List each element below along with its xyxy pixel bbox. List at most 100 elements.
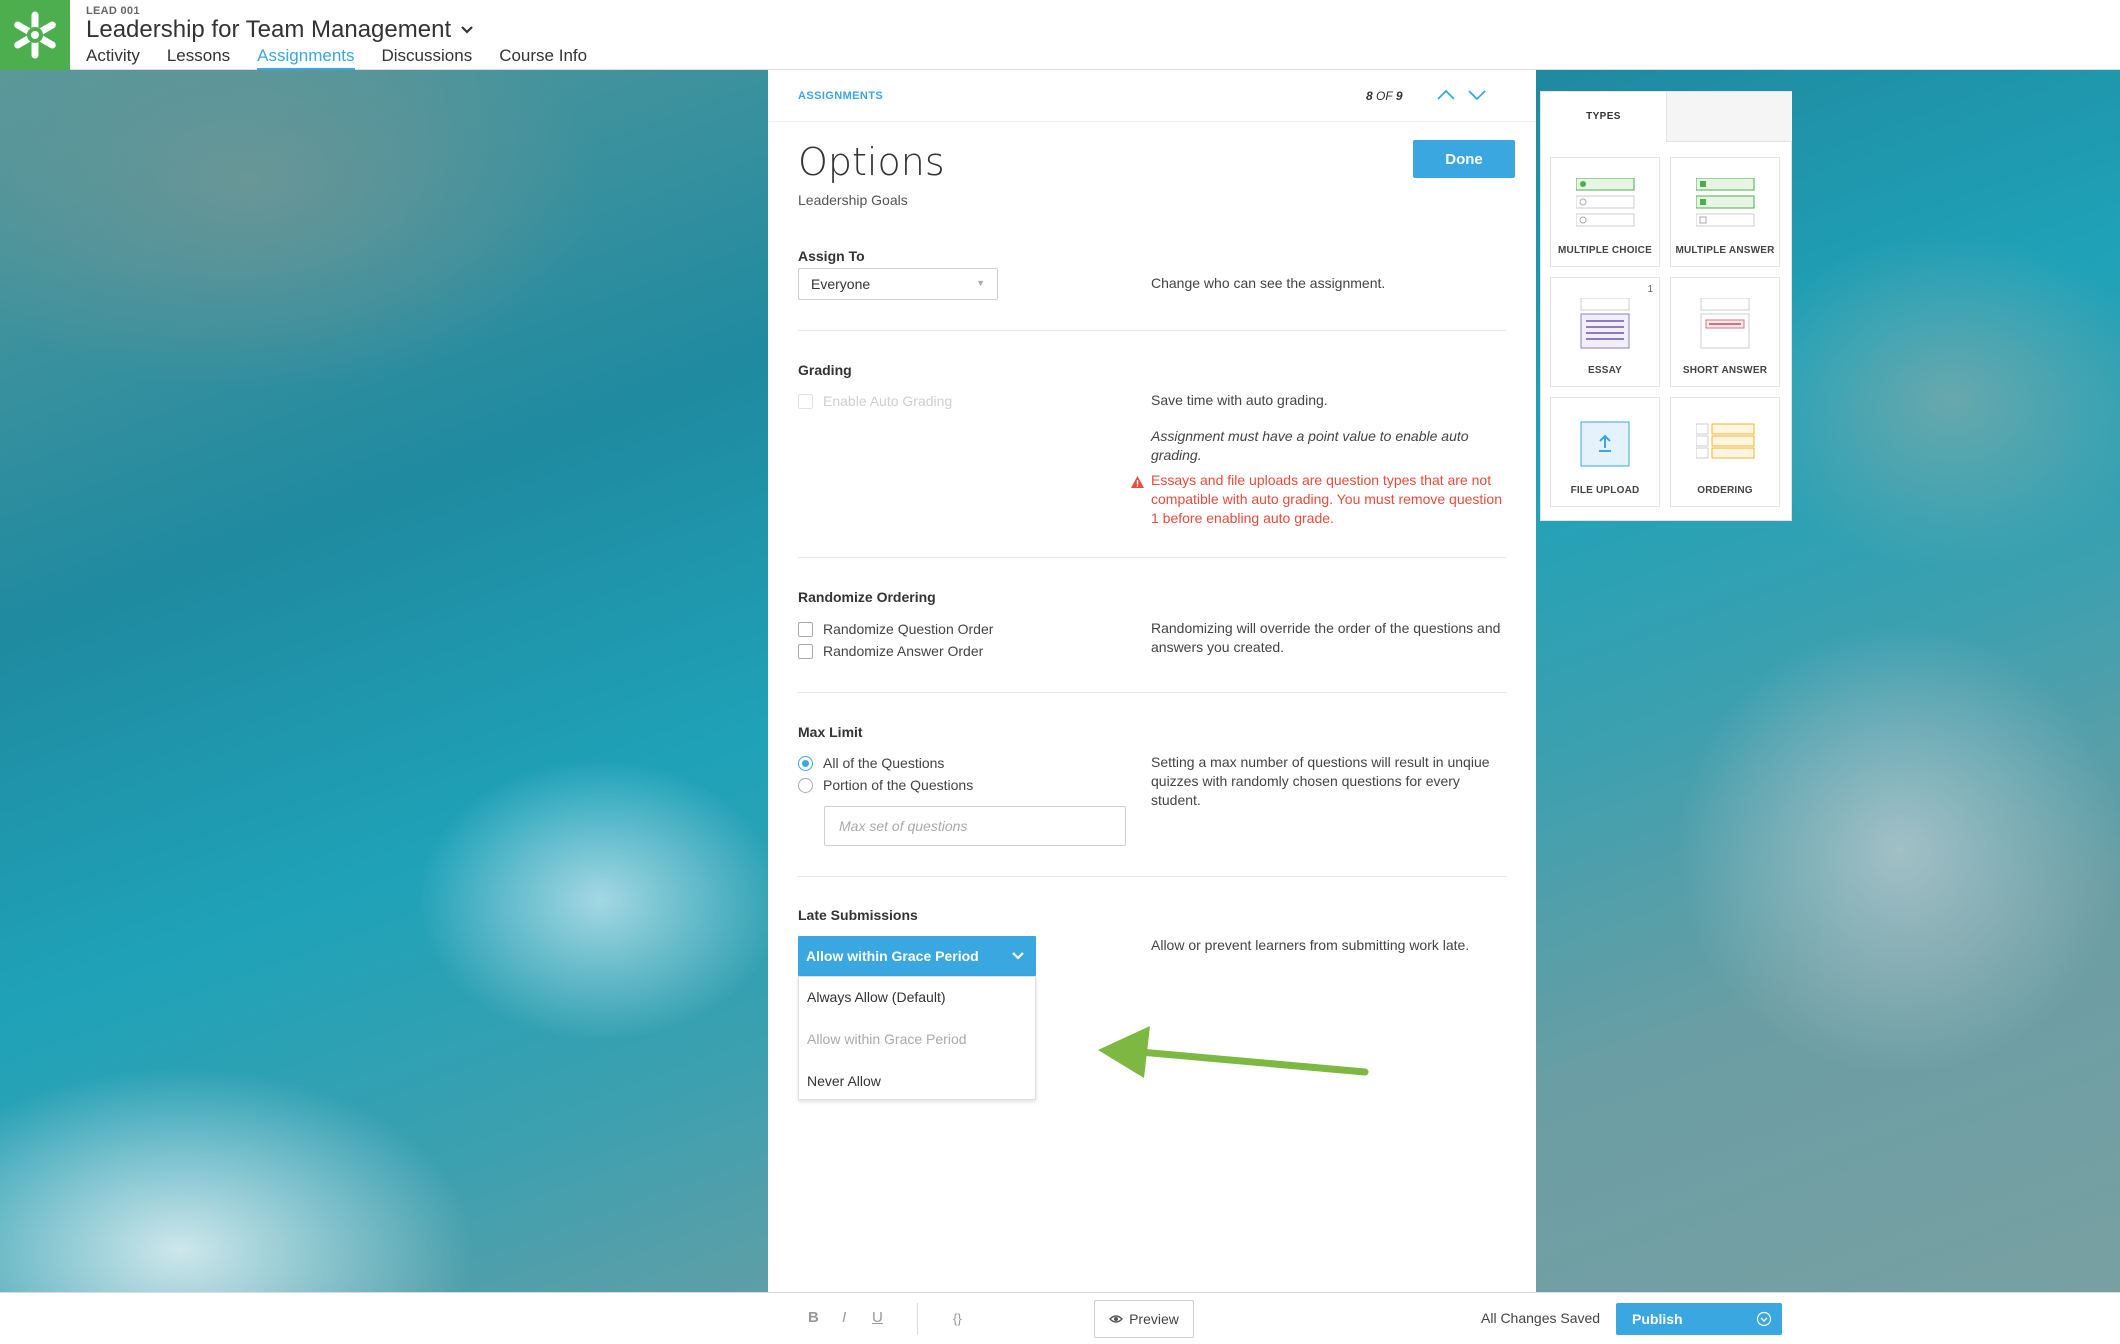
grading-description: Save time with auto grading. (1151, 392, 1328, 408)
type-essay[interactable]: 1 ESSAY (1550, 277, 1660, 387)
short-answer-icon (1700, 298, 1750, 349)
essay-count: 1 (1647, 284, 1653, 295)
grading-note: Assignment must have a point value to en… (1151, 428, 1469, 463)
page-title: Options (798, 140, 945, 184)
essay-icon (1580, 298, 1630, 349)
course-nav: Activity Lessons Assignments Discussions… (86, 46, 587, 70)
save-status: All Changes Saved (1481, 1310, 1601, 1326)
code-button[interactable]: {} (953, 1311, 962, 1326)
top-header: LEAD 001 Leadership for Team Management … (0, 0, 2120, 70)
chevron-down-icon (460, 22, 474, 39)
late-submissions-selected: Allow within Grace Period (806, 948, 979, 964)
eye-icon (1109, 1311, 1124, 1327)
radio-label: Portion of the Questions (823, 777, 974, 793)
checkbox-label: Randomize Question Order (823, 621, 994, 637)
late-submissions-dropdown[interactable]: Allow within Grace Period (798, 936, 1036, 976)
course-title-text: Leadership for Team Management (86, 16, 452, 43)
randomize-label: Randomize Ordering (798, 589, 936, 605)
chevron-down-icon[interactable] (1466, 84, 1488, 106)
type-multiple-answer[interactable]: MULTIPLE ANSWER (1670, 157, 1780, 267)
underline-button[interactable]: U (872, 1309, 883, 1326)
randomize-question-order-checkbox[interactable]: Randomize Question Order (798, 621, 993, 637)
warning-icon (1130, 475, 1145, 489)
enable-auto-grading-checkbox[interactable]: Enable Auto Grading (798, 393, 952, 409)
checkbox-label: Randomize Answer Order (823, 643, 984, 659)
type-file-upload[interactable]: FILE UPLOAD (1550, 397, 1660, 507)
max-set-input[interactable]: Max set of questions (824, 806, 1126, 846)
randomize-description: Randomizing will override the order of t… (1151, 620, 1501, 655)
file-upload-icon (1580, 421, 1630, 467)
nav-course-info[interactable]: Course Info (499, 46, 587, 70)
publish-button[interactable]: Publish (1616, 1303, 1782, 1335)
assign-to-description: Change who can see the assignment. (1151, 275, 1386, 291)
type-multiple-choice[interactable]: MULTIPLE CHOICE (1550, 157, 1660, 267)
preview-label: Preview (1129, 1311, 1179, 1327)
late-submissions-label: Late Submissions (798, 907, 918, 923)
type-label: MULTIPLE CHOICE (1558, 245, 1652, 256)
course-title-dropdown[interactable]: Leadership for Team Management (86, 16, 474, 44)
type-ordering[interactable]: ORDERING (1670, 397, 1780, 507)
pager: 8 OF 9 (1366, 89, 1403, 103)
nav-discussions[interactable]: Discussions (382, 46, 473, 70)
assign-to-value: Everyone (811, 276, 871, 292)
nav-activity[interactable]: Activity (86, 46, 140, 70)
type-label: FILE UPLOAD (1570, 485, 1640, 496)
question-types-panel: TYPES MULTIPLE CHOICE MULTIPLE ANSWER 1 (1540, 91, 1792, 521)
chevron-up-icon[interactable] (1435, 84, 1457, 106)
nav-lessons[interactable]: Lessons (167, 46, 230, 70)
type-label: MULTIPLE ANSWER (1675, 245, 1775, 256)
publish-label: Publish (1632, 1311, 1683, 1327)
tab-bar-empty (1667, 92, 1792, 142)
breadcrumb-assignments[interactable]: ASSIGNMENTS (798, 90, 883, 102)
done-button[interactable]: Done (1413, 140, 1515, 178)
option-never-allow[interactable]: Never Allow (807, 1073, 881, 1089)
page-subtitle: Leadership Goals (798, 192, 908, 208)
checkbox-label: Enable Auto Grading (823, 393, 953, 409)
radio-all-questions[interactable]: All of the Questions (798, 755, 944, 771)
max-limit-label: Max Limit (798, 724, 863, 740)
assign-to-label: Assign To (798, 248, 865, 264)
toolbar-divider (917, 1303, 918, 1335)
pager-sep: OF (1376, 89, 1393, 103)
late-submissions-menu: Always Allow (Default) Allow within Grac… (798, 976, 1036, 1100)
option-always-allow[interactable]: Always Allow (Default) (807, 989, 946, 1005)
checkbox-box (798, 393, 813, 409)
chevron-down-icon (1010, 947, 1026, 963)
annotation-arrow-icon (1090, 1020, 1370, 1087)
bold-button[interactable]: B (808, 1309, 819, 1326)
checkbox-box (798, 643, 813, 659)
radio-button (798, 755, 813, 771)
divider (798, 692, 1506, 693)
pager-current: 8 (1366, 89, 1373, 103)
asterisk-logo-icon[interactable] (0, 0, 70, 70)
panel-header: ASSIGNMENTS 8 OF 9 (768, 70, 1536, 122)
assign-to-select[interactable]: Everyone ▼ (798, 268, 998, 300)
max-limit-description: Setting a max number of questions will r… (1151, 754, 1490, 808)
nav-assignments[interactable]: Assignments (257, 46, 355, 70)
radio-portion-questions[interactable]: Portion of the Questions (798, 777, 973, 793)
preview-button[interactable]: Preview (1094, 1300, 1194, 1338)
randomize-answer-order-checkbox[interactable]: Randomize Answer Order (798, 643, 983, 659)
italic-button[interactable]: I (842, 1309, 846, 1326)
chevron-down-circle-icon[interactable] (1756, 1311, 1772, 1327)
multiple-choice-icon (1576, 178, 1635, 227)
type-label: ORDERING (1697, 485, 1753, 496)
option-allow-grace-period[interactable]: Allow within Grace Period (807, 1031, 967, 1047)
radio-button (798, 777, 813, 793)
type-label: SHORT ANSWER (1682, 365, 1768, 376)
grading-label: Grading (798, 362, 852, 378)
bottom-toolbar: B I U {} Preview All Changes Saved Publi… (0, 1292, 2120, 1344)
grading-warning: Essays and file uploads are question typ… (1151, 472, 1502, 526)
type-short-answer[interactable]: SHORT ANSWER (1670, 277, 1780, 387)
late-submissions-description: Allow or prevent learners from submittin… (1151, 937, 1470, 953)
checkbox-box (798, 621, 813, 637)
options-panel: ASSIGNMENTS 8 OF 9 Options Leadership Go… (768, 70, 1536, 1292)
divider (798, 330, 1506, 331)
divider (798, 557, 1506, 558)
caret-down-icon: ▼ (976, 278, 985, 288)
ordering-icon (1696, 423, 1755, 459)
tab-types[interactable]: TYPES (1541, 92, 1667, 142)
radio-label: All of the Questions (823, 755, 945, 771)
type-label: ESSAY (1588, 365, 1622, 376)
pager-total: 9 (1395, 89, 1403, 103)
